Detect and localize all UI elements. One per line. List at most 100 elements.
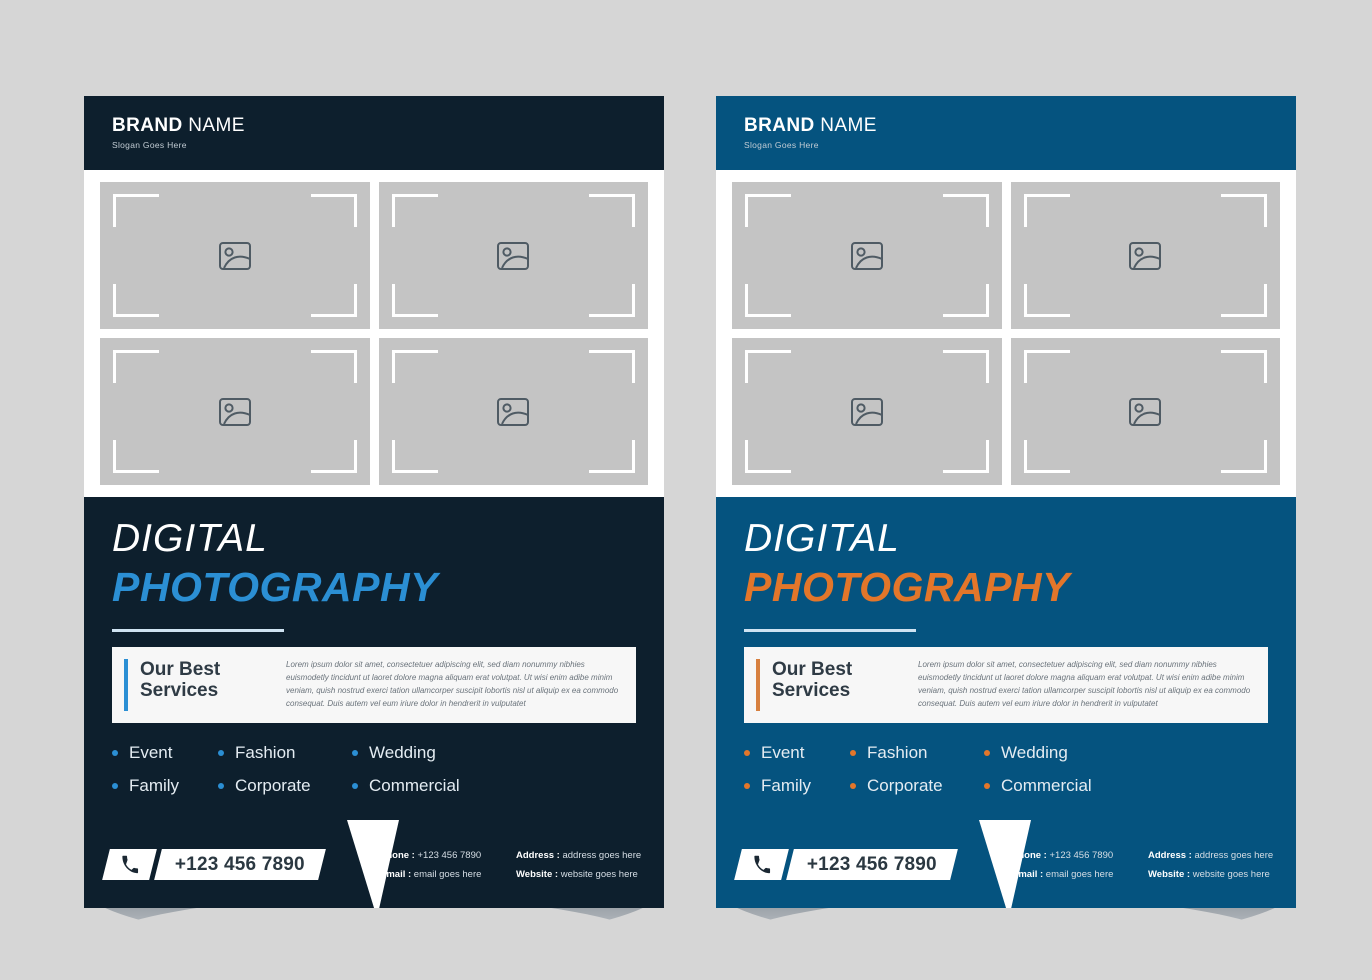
brand-name-strong: BRAND (744, 115, 815, 137)
phone-icon-svg (754, 855, 771, 874)
bullet-item[interactable]: Wedding (984, 743, 1268, 763)
poster-main-panel: DIGITAL PHOTOGRAPHY Our Best Services Lo… (716, 497, 1296, 820)
poster-drop-shadow (84, 908, 664, 950)
bullet-item[interactable]: Commercial (352, 776, 636, 796)
phone-icon-chip (102, 849, 157, 880)
photo-placeholder[interactable] (378, 338, 648, 485)
bullet-item[interactable]: Fashion (850, 743, 984, 763)
photo-placeholder[interactable] (100, 182, 370, 329)
corner-bracket-icon (113, 440, 159, 473)
services-card: Our Best Services Lorem ipsum dolor sit … (112, 647, 636, 724)
phone-icon (752, 855, 771, 874)
corner-bracket-icon (310, 440, 357, 473)
photo-placeholder[interactable] (1010, 182, 1280, 329)
gallery-section (716, 170, 1296, 497)
bullet-item[interactable]: Fashion (218, 743, 352, 763)
poster-dark-variant[interactable]: BRAND NAME Slogan Goes Here DIGITAL PHOT… (84, 96, 664, 950)
contact-email[interactable]: Email : email goes here (380, 869, 510, 880)
headline-line-1: DIGITAL (112, 517, 268, 560)
gallery-grid (100, 182, 648, 485)
corner-bracket-icon (1221, 284, 1267, 317)
bullet-item[interactable]: Family (112, 776, 218, 796)
phone-icon-svg (122, 855, 139, 874)
poster-footer: +123 456 7890 Phone : +123 456 7890 Addr… (84, 820, 664, 908)
contact-phone[interactable]: Phone : +123 456 7890 (1012, 850, 1142, 861)
contact-address-value: address goes here (1191, 850, 1274, 861)
corner-bracket-icon (942, 440, 989, 473)
bullet-label: Wedding (369, 743, 436, 763)
bullet-dot-icon (850, 750, 856, 757)
poster-drop-shadow (716, 908, 1296, 950)
poster-body: BRAND NAME Slogan Goes Here DIGITAL PHOT… (84, 96, 664, 820)
corner-bracket-icon (942, 284, 989, 317)
photo-placeholder[interactable] (732, 338, 1002, 485)
contact-website-value: website goes here (1190, 869, 1270, 880)
phone-number-chip: +123 456 7890 (786, 849, 958, 880)
photo-placeholder[interactable] (100, 338, 370, 485)
services-heading: Our Best Services (772, 659, 904, 702)
services-heading: Our Best Services (140, 659, 272, 702)
corner-bracket-icon (942, 194, 989, 227)
contact-email[interactable]: Email : email goes here (1012, 869, 1142, 880)
bullet-item[interactable]: Wedding (352, 743, 636, 763)
contact-address[interactable]: Address : address goes here (1148, 850, 1273, 861)
phone-icon (120, 855, 139, 874)
brand-name-light: NAME (814, 115, 877, 137)
phone-number-chip: +123 456 7890 (154, 849, 326, 880)
photo-placeholder[interactable] (378, 182, 648, 329)
bullet-dot-icon (218, 783, 224, 790)
bullet-dot-icon (984, 783, 990, 790)
headline-line-1: DIGITAL (744, 517, 900, 560)
poster-blue-variant[interactable]: BRAND NAME Slogan Goes Here DIGITAL PHOT… (716, 96, 1296, 950)
services-heading-line-1: Our Best (140, 659, 221, 681)
bullet-item[interactable]: Corporate (218, 776, 352, 796)
photo-placeholder[interactable] (732, 182, 1002, 329)
image-placeholder-icon (497, 241, 530, 270)
phone-badge[interactable]: +123 456 7890 (102, 849, 326, 880)
bullet-label: Family (129, 776, 180, 796)
image-placeholder-icon (497, 397, 530, 426)
bullet-dot-icon (984, 750, 990, 757)
bullet-dot-icon (352, 750, 358, 757)
headline-line-2: PHOTOGRAPHY (112, 563, 438, 610)
brand-title: BRAND NAME (112, 115, 664, 137)
bullet-item[interactable]: Event (112, 743, 218, 763)
photo-placeholder[interactable] (1010, 338, 1280, 485)
corner-bracket-icon (942, 350, 989, 383)
bullet-item[interactable]: Commercial (984, 776, 1268, 796)
accent-bar (124, 659, 128, 712)
contact-address[interactable]: Address : address goes here (516, 850, 641, 861)
corner-bracket-icon (745, 350, 791, 383)
corner-bracket-icon (310, 350, 357, 383)
image-placeholder-icon (1129, 397, 1162, 426)
poster-main-panel: DIGITAL PHOTOGRAPHY Our Best Services Lo… (84, 497, 664, 820)
contact-website[interactable]: Website : website goes here (1148, 869, 1273, 880)
services-heading-line-1: Our Best (772, 659, 853, 681)
corner-bracket-icon (113, 350, 159, 383)
poster-header: BRAND NAME Slogan Goes Here (716, 96, 1296, 170)
corner-bracket-icon (1023, 284, 1070, 317)
contact-phone[interactable]: Phone : +123 456 7890 (380, 850, 510, 861)
contact-phone-value: +123 456 7890 (414, 850, 482, 861)
bullet-item[interactable]: Family (744, 776, 850, 796)
contact-email-value: email goes here (411, 869, 482, 880)
bullet-dot-icon (218, 750, 224, 757)
contact-website[interactable]: Website : website goes here (516, 869, 641, 880)
contact-phone-value: +123 456 7890 (1046, 850, 1114, 861)
bullet-dot-icon (112, 783, 118, 790)
corner-bracket-icon (113, 284, 159, 317)
gallery-grid (732, 182, 1280, 485)
bullet-item[interactable]: Event (744, 743, 850, 763)
poster-header: BRAND NAME Slogan Goes Here (84, 96, 664, 170)
services-body-text: Lorem ipsum dolor sit amet, consectetuer… (286, 660, 619, 708)
footer-contact-grid: Phone : +123 456 7890 Address : address … (1012, 850, 1273, 880)
corner-bracket-icon (1221, 350, 1267, 383)
corner-bracket-icon (1023, 440, 1070, 473)
corner-bracket-icon (1023, 194, 1070, 227)
image-placeholder-icon (1129, 241, 1162, 270)
phone-badge[interactable]: +123 456 7890 (734, 849, 958, 880)
services-heading-line-2: Services (140, 680, 219, 702)
poster-stage: BRAND NAME Slogan Goes Here DIGITAL PHOT… (0, 0, 1372, 980)
poster-footer: +123 456 7890 Phone : +123 456 7890 Addr… (716, 820, 1296, 908)
bullet-item[interactable]: Corporate (850, 776, 984, 796)
